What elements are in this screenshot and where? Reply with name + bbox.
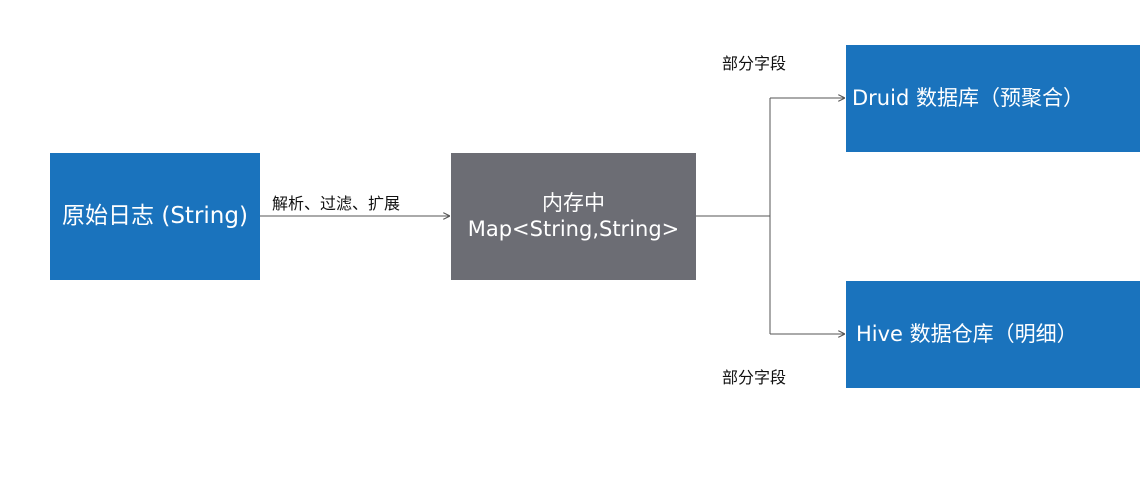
in-memory-type: Map<String,String> xyxy=(467,216,680,241)
hive-edge-label: 部分字段 xyxy=(722,368,787,387)
source-log-label: 原始日志 (String) xyxy=(62,202,248,229)
druid-db-label: Druid 数据库（预聚合） xyxy=(852,85,1084,110)
hive-warehouse-label: Hive 数据仓库（明细） xyxy=(856,321,1078,346)
in-memory-title: 内存中 xyxy=(542,191,605,216)
source-log-node: 原始日志 (String) xyxy=(50,153,260,280)
druid-edge-label: 部分字段 xyxy=(722,54,787,73)
hive-warehouse-node: Hive 数据仓库（明细） xyxy=(846,281,1140,388)
parse-edge-label: 解析、过滤、扩展 xyxy=(272,194,401,213)
in-memory-map-node: 内存中 Map<String,String> xyxy=(451,153,696,280)
druid-db-node: Druid 数据库（预聚合） xyxy=(846,45,1140,152)
